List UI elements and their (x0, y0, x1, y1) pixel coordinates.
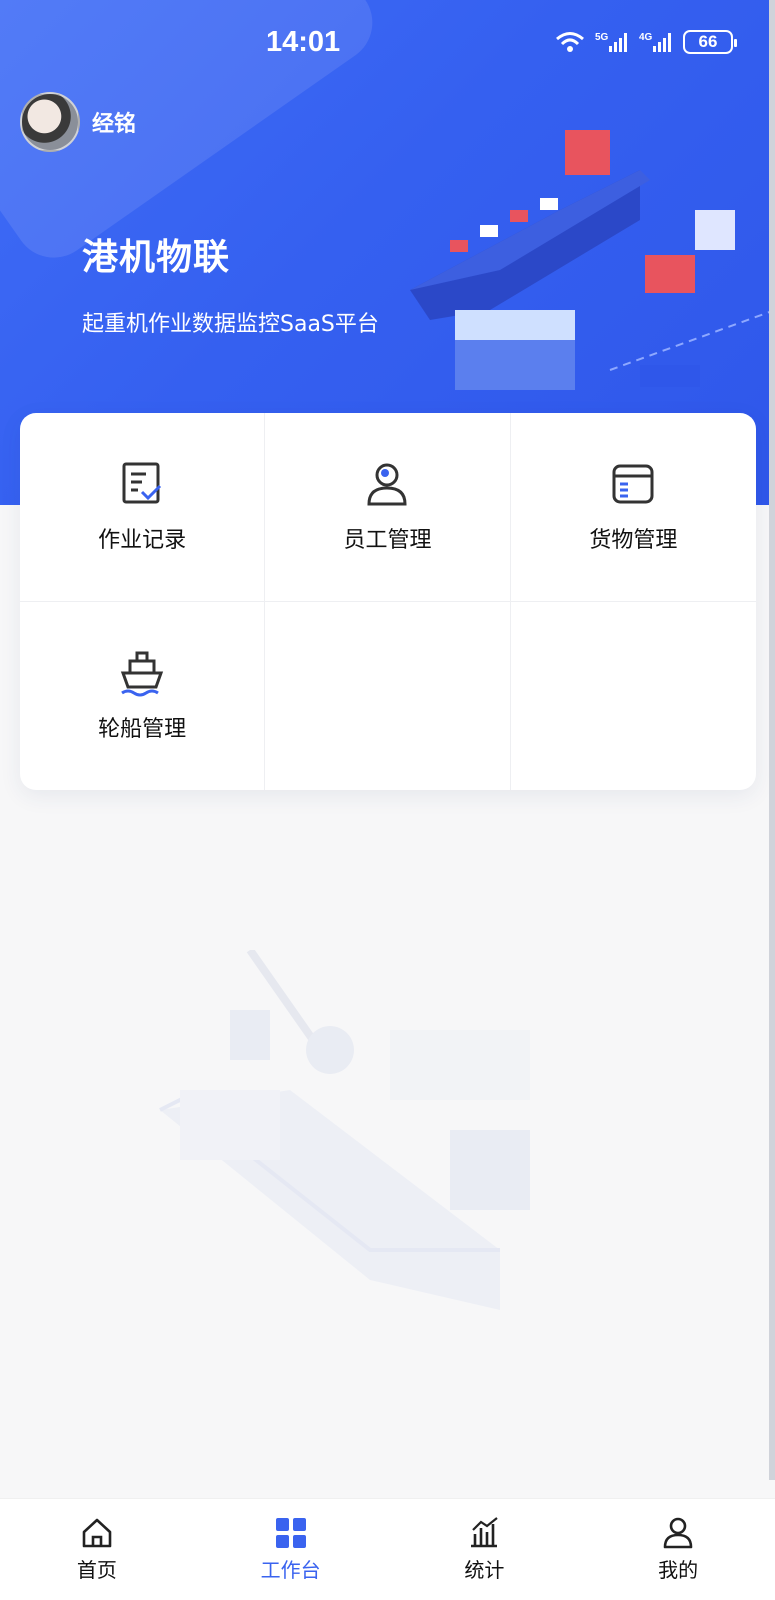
avatar[interactable] (20, 92, 80, 152)
tab-label: 统计 (464, 1558, 505, 1582)
port-watermark-illustration (159, 950, 530, 1310)
empty-cell (511, 602, 756, 790)
tab-workbench[interactable]: 工作台 (231, 1516, 351, 1583)
signal-5g-icon: 5G (595, 32, 627, 52)
user-profile[interactable]: 经铭 (20, 92, 136, 152)
svg-text:5G: 5G (595, 32, 609, 43)
item-label: 轮船管理 (98, 717, 187, 742)
item-label: 作业记录 (98, 528, 187, 553)
tab-home[interactable]: 首页 (37, 1516, 157, 1583)
signal-4g-icon: 4G (639, 32, 671, 52)
staff-management-item[interactable]: 员工管理 (265, 413, 511, 602)
port-illustration (410, 130, 775, 390)
tab-label: 我的 (658, 1558, 699, 1582)
cargo-management-item[interactable]: 货物管理 (510, 413, 756, 602)
work-record-item[interactable]: 作业记录 (20, 413, 266, 602)
document-check-icon (122, 462, 162, 504)
tab-statistics[interactable]: 统计 (424, 1516, 544, 1583)
item-label: 员工管理 (343, 528, 432, 553)
item-label: 货物管理 (589, 528, 678, 553)
grid-icon (275, 1518, 306, 1548)
scrollbar[interactable] (769, 0, 775, 1480)
tab-mine[interactable]: 我的 (618, 1516, 738, 1583)
battery-icon: 66 (683, 30, 737, 54)
app-title: 港机物联 (82, 237, 231, 278)
user-icon (663, 1517, 693, 1549)
empty-cell (265, 602, 511, 790)
chart-icon (471, 1517, 499, 1548)
bottom-tab-bar: 首页 工作台 统计 我的 (0, 1498, 775, 1600)
person-icon (367, 463, 407, 506)
home-icon (82, 1518, 112, 1548)
cargo-box-icon (612, 464, 654, 504)
ship-icon (121, 651, 164, 697)
tab-label: 首页 (76, 1558, 117, 1582)
wifi-icon (556, 32, 584, 52)
ship-management-item[interactable]: 轮船管理 (20, 602, 266, 790)
status-time: 14:01 (266, 26, 341, 58)
workbench-grid: 作业记录 员工管理 货物管理 轮船管理 (20, 413, 756, 790)
svg-text:4G: 4G (639, 32, 653, 43)
app-subtitle: 起重机作业数据监控SaaS平台 (82, 312, 379, 337)
status-icons: 5G 4G 66 (555, 30, 737, 54)
user-name: 经铭 (92, 112, 137, 137)
tab-label: 工作台 (260, 1558, 321, 1582)
